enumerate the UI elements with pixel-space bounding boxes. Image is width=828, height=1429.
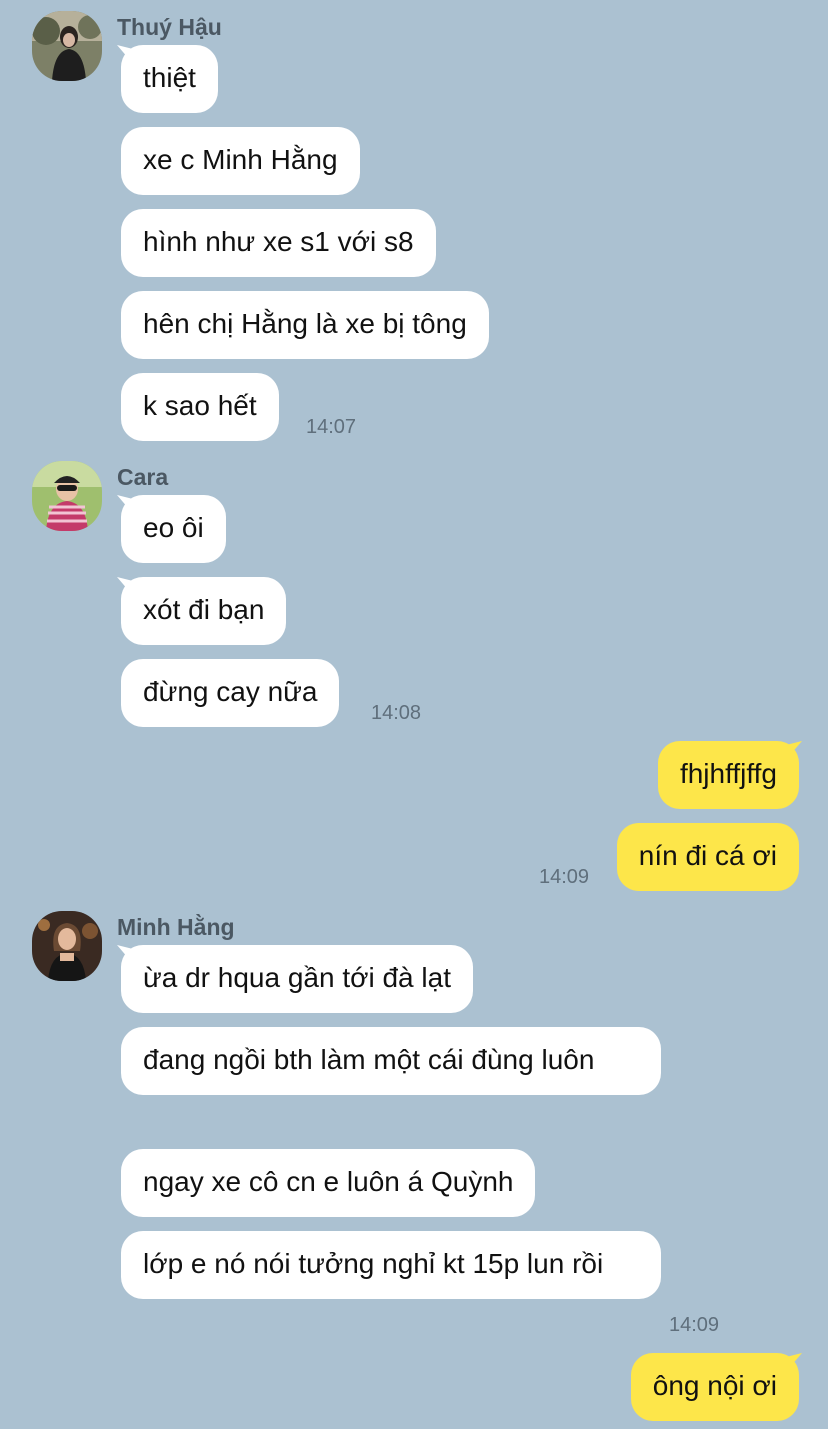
message-bubble[interactable]: eo ôi [121, 495, 226, 563]
message-bubble-outgoing[interactable]: fhjhffjffg [657, 741, 799, 809]
message-bubble[interactable]: đừng cay nữa [121, 659, 340, 727]
avatar-minh-hang[interactable] [32, 911, 102, 981]
avatar-photo-icon [32, 461, 102, 531]
avatar-thuy-hau[interactable] [32, 11, 102, 81]
message-bubble-outgoing[interactable]: ông nội ơi [630, 1353, 799, 1421]
message-bubble-outgoing[interactable]: nín đi cá ơi [616, 823, 799, 891]
message-bubble[interactable]: hên chị Hằng là xe bị tông [121, 291, 489, 359]
message-bubble[interactable]: thiệt [121, 45, 218, 113]
avatar-photo-icon [32, 911, 102, 981]
message-bubble[interactable]: ngay xe cô cn e luôn á Quỳnh [121, 1149, 536, 1217]
message-time: 14:09 [539, 866, 590, 888]
message-bubble[interactable]: lớp e nó nói tưởng nghỉ kt 15p lun rồi [121, 1231, 661, 1299]
avatar-cara[interactable] [32, 461, 102, 531]
sender-name: Cara [117, 464, 169, 490]
message-bubble[interactable]: ừa dr hqua gần tới đà lạt [121, 945, 473, 1013]
message-time: 14:09 [669, 1314, 720, 1336]
sender-name: Thuý Hậu [117, 14, 222, 40]
message-bubble[interactable]: xe c Minh Hằng [121, 127, 360, 195]
message-bubble[interactable]: đang ngồi bth làm một cái đùng luôn [121, 1027, 661, 1095]
message-bubble[interactable]: k sao hết [121, 373, 279, 441]
message-bubble[interactable]: xót đi bạn [121, 577, 287, 645]
message-time: 14:08 [371, 702, 422, 724]
sender-name: Minh Hằng [117, 914, 235, 940]
message-time: 14:07 [306, 416, 357, 438]
avatar-photo-icon [32, 11, 102, 81]
message-bubble[interactable]: hình như xe s1 với s8 [121, 209, 436, 277]
